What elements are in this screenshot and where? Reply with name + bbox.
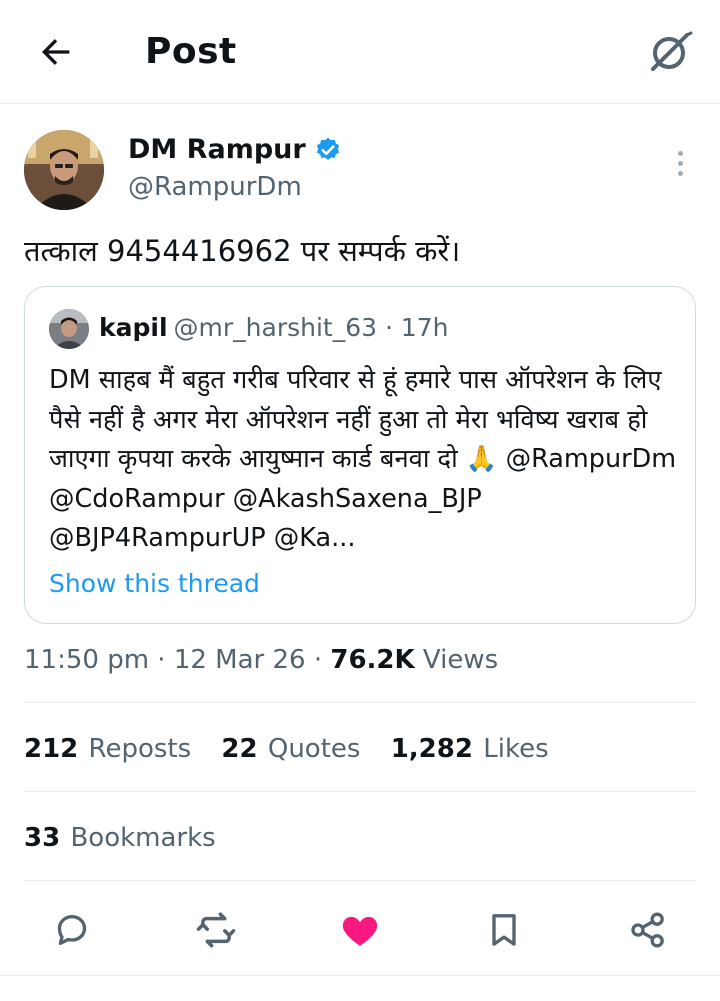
reposts-count: 212: [24, 734, 79, 764]
post-text: तत्काल 9454416962 पर सम्पर्क करें।: [24, 234, 461, 268]
divider: [24, 791, 696, 792]
repost-button[interactable]: [194, 908, 238, 952]
share-icon: [631, 912, 664, 948]
repost-icon: [196, 912, 236, 948]
likes-count: 1,282: [390, 734, 473, 764]
quoted-handle-time: @mr_harshit_63 · 17h: [173, 313, 449, 342]
bookmark-button[interactable]: [482, 908, 526, 952]
reply-button[interactable]: [50, 908, 94, 952]
action-bar: [0, 898, 720, 962]
likes-stat[interactable]: 1,282 Likes: [391, 731, 549, 767]
quoted-avatar-image: [49, 309, 89, 349]
post-timestamp: 11:50 pm · 12 Mar 26 · 76.2K Views: [24, 642, 498, 678]
share-button[interactable]: [626, 908, 670, 952]
quotes-count: 22: [221, 734, 258, 764]
quoted-text: DM साहब मैं बहुत गरीब परिवार से हूं हमार…: [49, 365, 677, 553]
show-thread-link[interactable]: Show this thread: [49, 567, 260, 601]
engagement-stats: 212 Reposts 22 Quotes 1,282 Likes: [24, 731, 571, 767]
author-name[interactable]: DM Rampur: [128, 132, 342, 168]
author-handle[interactable]: @RampurDm: [128, 170, 302, 204]
quoted-post[interactable]: kapil @mr_harshit_63 · 17h DM साहब मैं बह…: [24, 286, 696, 624]
bookmark-icon: [492, 914, 516, 946]
bookmarks-label: Bookmarks: [70, 823, 216, 853]
quoted-avatar: [49, 309, 89, 349]
reply-icon: [57, 915, 87, 945]
page-title: Post: [145, 31, 237, 72]
timestamp-text: 11:50 pm · 12 Mar 26 ·: [24, 645, 331, 675]
views-label: Views: [414, 645, 499, 675]
reposts-label: Reposts: [88, 734, 192, 764]
quoted-author-name: kapil: [99, 313, 168, 342]
bookmarks-stat[interactable]: 33 Bookmarks: [24, 820, 216, 856]
likes-label: Likes: [483, 734, 549, 764]
quotes-stat[interactable]: 22 Quotes: [221, 731, 360, 767]
quotes-label: Quotes: [267, 734, 361, 764]
author-name-text: DM Rampur: [128, 134, 306, 165]
bottom-divider: [0, 975, 720, 976]
reposts-stat[interactable]: 212 Reposts: [24, 731, 191, 767]
more-options-button[interactable]: [664, 143, 696, 183]
bookmarks-count: 33: [24, 823, 61, 853]
quoted-header: kapil @mr_harshit_63 · 17h: [99, 311, 449, 345]
divider: [24, 880, 696, 881]
like-button[interactable]: [338, 908, 382, 952]
views-count: 76.2K: [330, 645, 415, 675]
grok-icon: [651, 31, 693, 71]
verified-badge-icon: [316, 137, 339, 160]
more-dot-icon: [677, 150, 683, 156]
back-button[interactable]: [34, 30, 78, 74]
divider: [24, 702, 696, 703]
top-bar: Post: [0, 0, 720, 104]
avatar-image: [24, 130, 104, 210]
more-dot-icon: [677, 160, 683, 166]
avatar[interactable]: [24, 130, 104, 210]
more-dot-icon: [677, 170, 683, 176]
arrow-left-icon: [42, 39, 70, 65]
heart-filled-icon: [342, 916, 378, 946]
grok-button[interactable]: [644, 26, 696, 78]
